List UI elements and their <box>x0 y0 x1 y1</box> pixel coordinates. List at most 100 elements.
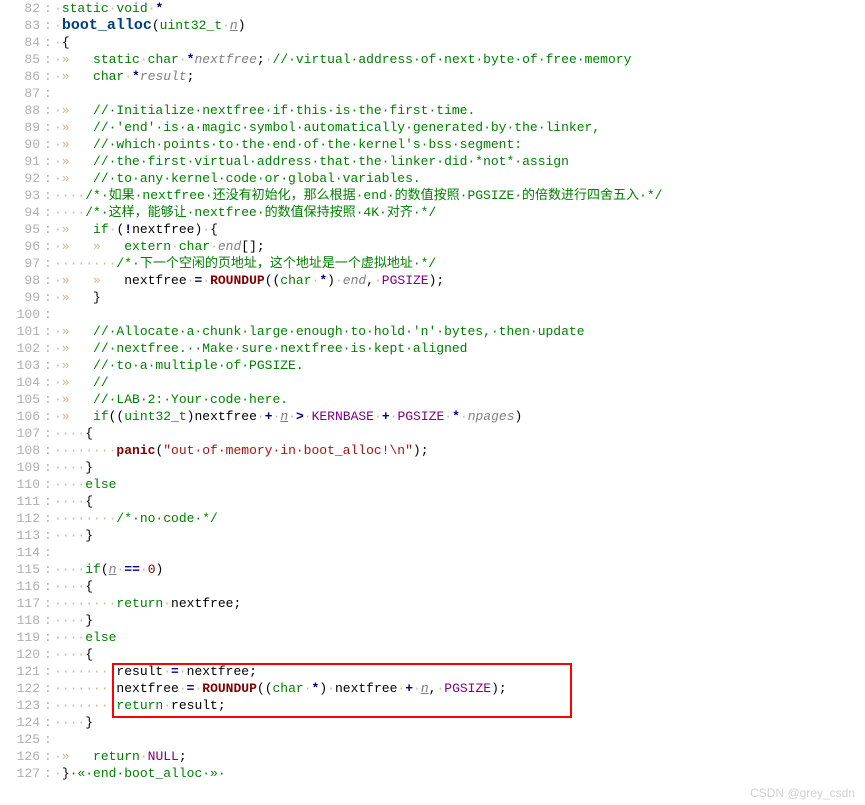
code-content[interactable]: ····if(n·==·0) <box>54 561 865 578</box>
code-content[interactable]: ·static·void·* <box>54 0 865 17</box>
code-content[interactable]: ·» //·Initialize·nextfree·if·this·is·the… <box>54 102 865 119</box>
code-line-110[interactable]: 110:····else <box>0 476 865 493</box>
code-content[interactable]: ·» char·*result; <box>54 68 865 85</box>
code-content[interactable]: ····{ <box>54 578 865 595</box>
code-content[interactable] <box>54 731 865 748</box>
code-content[interactable]: ·» if((uint32_t)nextfree·+·n·>·KERNBASE·… <box>54 408 865 425</box>
code-content[interactable]: ·» //·LAB·2:·Your·code·here. <box>54 391 865 408</box>
code-content[interactable]: ·» static·char·*nextfree;·//·virtual·add… <box>54 51 865 68</box>
code-line-88[interactable]: 88:·» //·Initialize·nextfree·if·this·is·… <box>0 102 865 119</box>
code-line-117[interactable]: 117:········return·nextfree; <box>0 595 865 612</box>
code-content[interactable] <box>54 544 865 561</box>
code-line-90[interactable]: 90:·» //·which·points·to·the·end·of·the·… <box>0 136 865 153</box>
code-content[interactable]: ·» //·'end'·is·a·magic·symbol·automatica… <box>54 119 865 136</box>
code-line-99[interactable]: 99:·» } <box>0 289 865 306</box>
code-content[interactable]: ·» if·(!nextfree)·{ <box>54 221 865 238</box>
line-separator: : <box>44 170 54 187</box>
line-separator: : <box>44 459 54 476</box>
code-content[interactable]: ·}·«·end·boot_alloc·»· <box>54 765 865 782</box>
code-line-118[interactable]: 118:····} <box>0 612 865 629</box>
code-content[interactable]: ·» » extern·char·end[]; <box>54 238 865 255</box>
code-content[interactable]: ·» } <box>54 289 865 306</box>
code-content[interactable]: ····{ <box>54 493 865 510</box>
code-content[interactable]: ········return·result; <box>54 697 865 714</box>
code-line-112[interactable]: 112:········/*·no·code·*/ <box>0 510 865 527</box>
code-content[interactable]: ····} <box>54 527 865 544</box>
code-content[interactable]: ····else <box>54 629 865 646</box>
code-content[interactable]: ········/*·no·code·*/ <box>54 510 865 527</box>
code-content[interactable]: ·» //·which·points·to·the·end·of·the·ker… <box>54 136 865 153</box>
code-line-86[interactable]: 86:·» char·*result; <box>0 68 865 85</box>
code-content[interactable]: ·» //·the·first·virtual·address·that·the… <box>54 153 865 170</box>
code-line-116[interactable]: 116:····{ <box>0 578 865 595</box>
code-line-82[interactable]: 82:·static·void·* <box>0 0 865 17</box>
line-separator: : <box>44 204 54 221</box>
code-line-101[interactable]: 101:·» //·Allocate·a·chunk·large·enough·… <box>0 323 865 340</box>
code-content[interactable]: ········panic("out·of·memory·in·boot_all… <box>54 442 865 459</box>
line-number: 126 <box>0 748 44 765</box>
code-line-115[interactable]: 115:····if(n·==·0) <box>0 561 865 578</box>
code-line-97[interactable]: 97:········/*·下一个空闲的页地址，这个地址是一个虚拟地址·*/ <box>0 255 865 272</box>
code-line-122[interactable]: 122:········nextfree·=·ROUNDUP((char·*)·… <box>0 680 865 697</box>
code-line-120[interactable]: 120:····{ <box>0 646 865 663</box>
code-line-83[interactable]: 83:·boot_alloc(uint32_t·n) <box>0 17 865 34</box>
code-line-127[interactable]: 127:·}·«·end·boot_alloc·»· <box>0 765 865 782</box>
code-content[interactable]: ····} <box>54 714 865 731</box>
code-line-108[interactable]: 108:········panic("out·of·memory·in·boot… <box>0 442 865 459</box>
code-line-113[interactable]: 113:····} <box>0 527 865 544</box>
code-content[interactable]: ········result·=·nextfree; <box>54 663 865 680</box>
code-line-114[interactable]: 114: <box>0 544 865 561</box>
code-content[interactable]: ····else <box>54 476 865 493</box>
code-line-102[interactable]: 102:·» //·nextfree.··Make·sure·nextfree·… <box>0 340 865 357</box>
line-separator: : <box>44 68 54 85</box>
code-line-111[interactable]: 111:····{ <box>0 493 865 510</box>
code-line-124[interactable]: 124:····} <box>0 714 865 731</box>
code-line-104[interactable]: 104:·» // <box>0 374 865 391</box>
line-number: 83 <box>0 17 44 34</box>
code-line-105[interactable]: 105:·» //·LAB·2:·Your·code·here. <box>0 391 865 408</box>
code-content[interactable]: ····{ <box>54 646 865 663</box>
code-line-85[interactable]: 85:·» static·char·*nextfree;·//·virtual·… <box>0 51 865 68</box>
code-line-125[interactable]: 125: <box>0 731 865 748</box>
code-content[interactable]: ·» » nextfree·=·ROUNDUP((char·*)·end,·PG… <box>54 272 865 289</box>
code-line-121[interactable]: 121:········result·=·nextfree; <box>0 663 865 680</box>
code-line-106[interactable]: 106:·» if((uint32_t)nextfree·+·n·>·KERNB… <box>0 408 865 425</box>
code-content[interactable]: ····{ <box>54 425 865 442</box>
code-content[interactable]: ·» //·to·any·kernel·code·or·global·varia… <box>54 170 865 187</box>
code-content[interactable]: ·» return·NULL; <box>54 748 865 765</box>
code-content[interactable]: ·» //·nextfree.··Make·sure·nextfree·is·k… <box>54 340 865 357</box>
code-line-98[interactable]: 98:·» » nextfree·=·ROUNDUP((char·*)·end,… <box>0 272 865 289</box>
code-content[interactable]: ····} <box>54 612 865 629</box>
code-content[interactable] <box>54 85 865 102</box>
code-line-107[interactable]: 107:····{ <box>0 425 865 442</box>
code-line-103[interactable]: 103:·» //·to·a·multiple·of·PGSIZE. <box>0 357 865 374</box>
code-line-84[interactable]: 84:·{ <box>0 34 865 51</box>
code-line-123[interactable]: 123:········return·result; <box>0 697 865 714</box>
code-line-94[interactable]: 94:····/*·这样，能够让·nextfree·的数值保持按照·4K·对齐·… <box>0 204 865 221</box>
code-line-95[interactable]: 95:·» if·(!nextfree)·{ <box>0 221 865 238</box>
code-content[interactable]: ·» // <box>54 374 865 391</box>
code-content[interactable]: ········return·nextfree; <box>54 595 865 612</box>
code-line-119[interactable]: 119:····else <box>0 629 865 646</box>
code-line-96[interactable]: 96:·» » extern·char·end[]; <box>0 238 865 255</box>
code-line-126[interactable]: 126:·» return·NULL; <box>0 748 865 765</box>
code-line-92[interactable]: 92:·» //·to·any·kernel·code·or·global·va… <box>0 170 865 187</box>
code-content[interactable]: ·» //·to·a·multiple·of·PGSIZE. <box>54 357 865 374</box>
code-content[interactable]: ·» //·Allocate·a·chunk·large·enough·to·h… <box>54 323 865 340</box>
code-line-109[interactable]: 109:····} <box>0 459 865 476</box>
code-line-100[interactable]: 100: <box>0 306 865 323</box>
code-content[interactable]: ····/*·这样，能够让·nextfree·的数值保持按照·4K·对齐·*/ <box>54 204 865 221</box>
code-content[interactable]: ····/*·如果·nextfree·还没有初始化，那么根据·end·的数值按照… <box>54 187 865 204</box>
code-content[interactable]: ····} <box>54 459 865 476</box>
code-content[interactable] <box>54 306 865 323</box>
code-content[interactable]: ········nextfree·=·ROUNDUP((char·*)·next… <box>54 680 865 697</box>
code-line-87[interactable]: 87: <box>0 85 865 102</box>
code-content[interactable]: ········/*·下一个空闲的页地址，这个地址是一个虚拟地址·*/ <box>54 255 865 272</box>
code-line-93[interactable]: 93:····/*·如果·nextfree·还没有初始化，那么根据·end·的数… <box>0 187 865 204</box>
code-line-89[interactable]: 89:·» //·'end'·is·a·magic·symbol·automat… <box>0 119 865 136</box>
line-separator: : <box>44 765 54 782</box>
line-number: 114 <box>0 544 44 561</box>
code-line-91[interactable]: 91:·» //·the·first·virtual·address·that·… <box>0 153 865 170</box>
code-content[interactable]: ·{ <box>54 34 865 51</box>
code-content[interactable]: ·boot_alloc(uint32_t·n) <box>54 17 865 34</box>
